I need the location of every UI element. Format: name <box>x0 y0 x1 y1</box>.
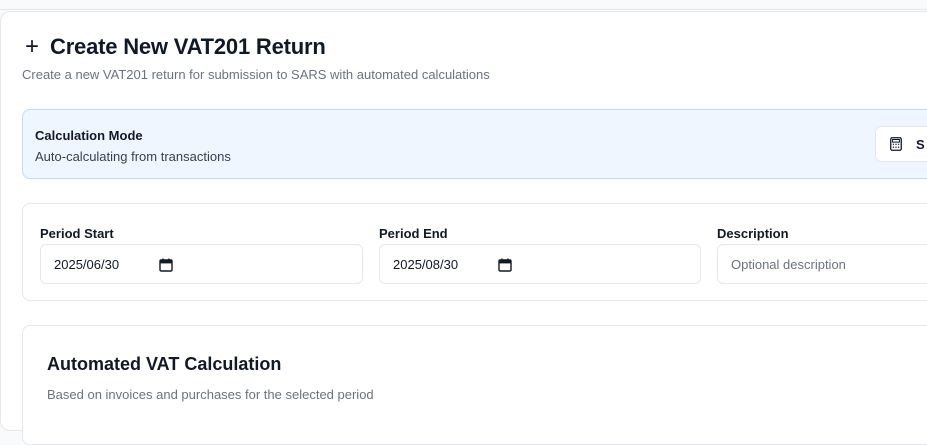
period-start-input[interactable]: 2025/06/30 <box>40 244 363 284</box>
automated-calculation-panel: Automated VAT Calculation Based on invoi… <box>22 325 927 445</box>
automated-calculation-title: Automated VAT Calculation <box>47 354 282 374</box>
period-end-label: Period End <box>379 226 448 241</box>
period-start-value: 2025/06/30 <box>54 256 120 272</box>
calculation-mode-panel: Calculation Mode Auto-calculating from t… <box>22 109 927 179</box>
period-start-label: Period Start <box>40 226 114 241</box>
period-end-value: 2025/08/30 <box>393 256 459 272</box>
top-bar <box>0 0 927 10</box>
switch-mode-label: S <box>916 136 925 152</box>
period-end-input[interactable]: 2025/08/30 <box>379 244 701 284</box>
description-label: Description <box>717 226 789 241</box>
calendar-icon[interactable] <box>159 258 173 272</box>
switch-mode-button[interactable]: S <box>875 126 927 162</box>
page-title: Create New VAT201 Return <box>50 34 326 59</box>
calculation-mode-title: Calculation Mode <box>35 128 143 143</box>
description-input[interactable]: Optional description <box>717 244 927 284</box>
page-subtitle: Create a new VAT201 return for submissio… <box>22 67 490 82</box>
page-header: + Create New VAT201 Return <box>22 34 326 60</box>
automated-calculation-description: Based on invoices and purchases for the … <box>47 387 374 402</box>
calculator-icon <box>890 137 902 151</box>
plus-icon: + <box>24 33 39 60</box>
calendar-icon[interactable] <box>498 258 512 272</box>
description-placeholder: Optional description <box>731 256 846 272</box>
calculation-mode-description: Auto-calculating from transactions <box>35 149 231 164</box>
period-panel: Period Start 2025/06/30 Period End 2025/… <box>22 203 927 301</box>
